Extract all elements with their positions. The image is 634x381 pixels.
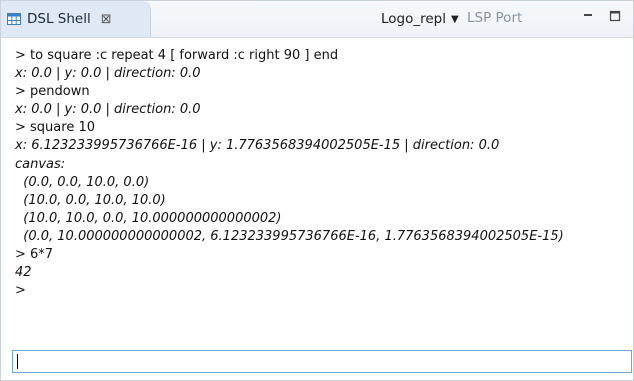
minimize-icon[interactable] [580,8,596,24]
maximize-icon[interactable] [607,8,623,24]
shell-input-line: > square 10 [15,120,95,136]
shell-output: > to square :c repeat 4 [ forward :c rig… [15,47,627,337]
table-icon [7,12,21,26]
shell-result-line: x: 0.0 | y: 0.0 | direction: 0.0 [15,66,201,82]
shell-result-line: (10.0, 10.0, 0.0, 10.000000000000002) [15,210,282,226]
shell-input-line: > [15,283,26,299]
repl-selector-label: Logo_repl [381,11,447,27]
shell-input-line: > pendown [15,84,90,100]
shell-input-line: > 6*7 [15,247,54,263]
shell-result-line: x: 6.123233995736766E-16 | y: 1.77635683… [15,138,500,154]
chevron-down-icon: ▼ [451,13,459,25]
shell-result-line: (10.0, 0.0, 10.0, 10.0) [15,192,166,208]
shell-result-line: (0.0, 10.000000000000002, 6.123233995736… [15,228,564,244]
dsl-shell-view: DSL Shell ⊠ Logo_repl ▼ LSP Port > to sq… [0,0,634,381]
tab-dsl-shell[interactable]: DSL Shell ⊠ [1,1,151,37]
shell-result-line: canvas: [15,156,66,172]
command-input-box[interactable] [12,350,632,373]
close-tab-icon[interactable]: ⊠ [101,13,112,26]
shell-result-line: x: 0.0 | y: 0.0 | direction: 0.0 [15,102,201,118]
view-toolbar: DSL Shell ⊠ Logo_repl ▼ LSP Port [1,1,633,38]
shell-result-line: (0.0, 0.0, 10.0, 0.0) [15,174,150,190]
text-cursor [17,354,18,369]
command-input[interactable] [13,352,631,373]
repl-selector-dropdown[interactable]: Logo_repl ▼ [381,10,459,28]
shell-input-line: > to square :c repeat 4 [ forward :c rig… [15,48,339,63]
tab-title: DSL Shell [27,11,91,27]
lsp-port-button[interactable]: LSP Port [467,10,522,26]
shell-result-line: 42 [15,265,32,281]
